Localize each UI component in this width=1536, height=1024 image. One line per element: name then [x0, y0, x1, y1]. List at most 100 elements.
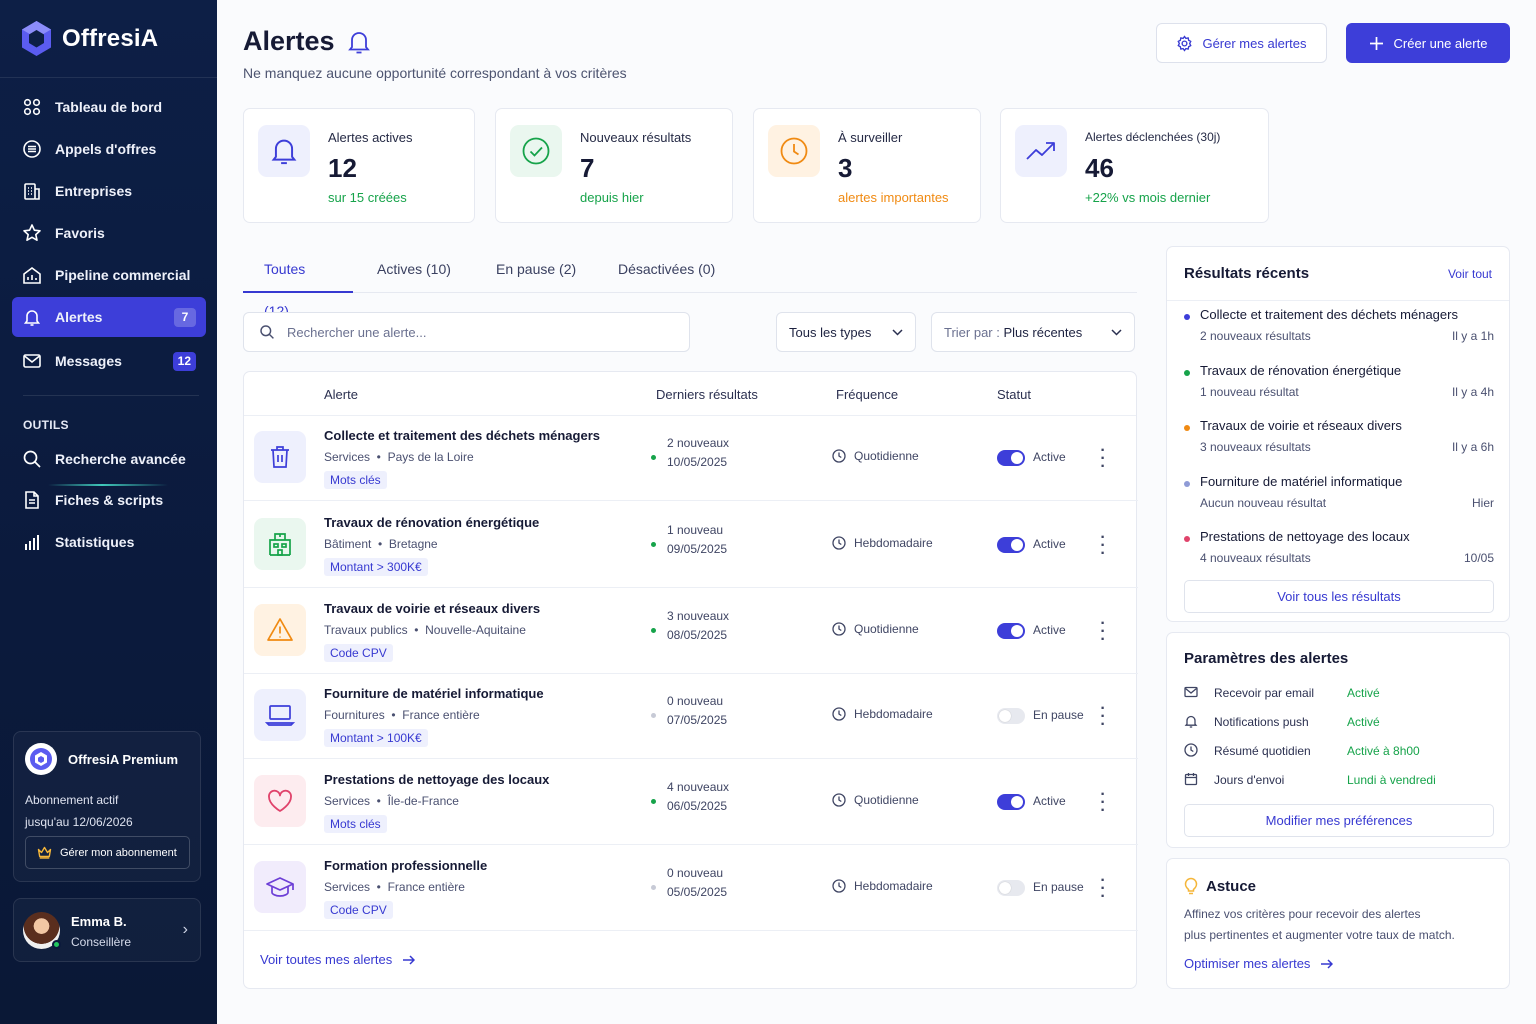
sidebar-item-statistics[interactable]: Statistiques: [12, 522, 206, 562]
recent-result-item[interactable]: Prestations de nettoyage des locaux 4 no…: [1184, 529, 1494, 579]
results-date: 09/05/2025: [667, 542, 728, 556]
alert-region: Pays de la Loire: [387, 450, 474, 464]
tab-active[interactable]: Actives (10): [356, 248, 472, 293]
status-toggle[interactable]: [997, 794, 1025, 810]
see-all-link[interactable]: Voir tout: [1448, 267, 1492, 281]
premium-status-line: Abonnement actif: [25, 793, 119, 807]
alert-title: Travaux de rénovation énergétique: [324, 515, 540, 530]
more-options-icon[interactable]: · · ·: [1099, 443, 1107, 475]
manage-subscription-button[interactable]: Gérer mon abonnement: [25, 836, 190, 869]
clock-icon: [832, 449, 846, 463]
search-input[interactable]: Rechercher une alerte...: [243, 312, 690, 352]
sidebar-item-label: Alertes: [55, 309, 103, 325]
more-options-icon[interactable]: · · ·: [1099, 873, 1107, 905]
frequency: Hebdomadaire: [832, 536, 933, 550]
see-all-results-button[interactable]: Voir tous les résultats: [1184, 580, 1494, 613]
recent-result-item[interactable]: Travaux de voirie et réseaux divers 3 no…: [1184, 418, 1494, 468]
column-header-alert: Alerte: [324, 387, 358, 402]
optimize-alerts-link[interactable]: Optimiser mes alertes: [1184, 956, 1334, 971]
status-toggle[interactable]: [997, 537, 1025, 553]
building-icon: [24, 183, 40, 200]
setting-push: Notifications push Activé: [1184, 713, 1484, 733]
table-row[interactable]: Formation professionnelle Services • Fra…: [244, 845, 1138, 931]
row-icon-box: [254, 775, 306, 827]
toggle-knob: [1011, 452, 1023, 464]
sort-select[interactable]: Trier par : Plus récentes: [931, 312, 1135, 352]
status-label: En pause: [1033, 708, 1084, 722]
sidebar-item-tenders[interactable]: Appels d'offres: [12, 129, 206, 169]
tab-paused[interactable]: En pause (2): [475, 248, 597, 293]
premium-logo-icon: [25, 743, 57, 775]
table-row[interactable]: Collecte et traitement des déchets ménag…: [244, 415, 1138, 501]
stat-subtext: alertes importantes: [838, 190, 949, 205]
stat-subtext: depuis hier: [580, 190, 644, 205]
sidebar-item-favorites[interactable]: Favoris: [12, 213, 206, 253]
more-options-icon[interactable]: · · ·: [1099, 787, 1107, 819]
alert-criteria-tag: Montant > 300K€: [324, 558, 428, 576]
setting-value: Activé à 8h00: [1347, 744, 1420, 758]
frequency-value: Hebdomadaire: [854, 707, 933, 721]
clock-icon: [832, 879, 846, 893]
create-alert-button[interactable]: Créer une alerte: [1346, 23, 1510, 63]
sidebar-item-messages[interactable]: Messages 12: [12, 341, 206, 381]
status-toggle[interactable]: [997, 708, 1025, 724]
sidebar-item-scripts[interactable]: Fiches & scripts: [12, 480, 206, 520]
status-toggle[interactable]: [997, 880, 1025, 896]
user-profile-card[interactable]: Emma B. Conseillère ›: [13, 898, 201, 962]
type-select[interactable]: Tous les types: [776, 312, 916, 352]
sidebar-item-advanced-search[interactable]: Recherche avancée: [12, 439, 206, 479]
sidebar-item-label: Pipeline commercial: [55, 267, 191, 283]
logo-icon: [22, 21, 51, 56]
alert-title: Collecte et traitement des déchets ménag…: [324, 428, 600, 443]
recent-result-item[interactable]: Travaux de rénovation énergétique 1 nouv…: [1184, 363, 1494, 413]
frequency: Quotidienne: [832, 793, 919, 807]
tab-all[interactable]: Toutes (12): [243, 248, 353, 319]
more-options-icon[interactable]: · · ·: [1099, 616, 1107, 648]
table-row[interactable]: Prestations de nettoyage des locaux Serv…: [244, 759, 1138, 845]
warning-icon: [267, 618, 293, 641]
toggle-knob: [1011, 796, 1023, 808]
toggle-knob: [1011, 539, 1023, 551]
status-toggle[interactable]: [997, 450, 1025, 466]
recent-result-item[interactable]: Fourniture de matériel informatique Aucu…: [1184, 474, 1494, 524]
table-row[interactable]: Travaux de rénovation énergétique Bâtime…: [244, 502, 1138, 588]
table-row[interactable]: Travaux de voirie et réseaux divers Trav…: [244, 588, 1138, 674]
app-name: OffresiA: [62, 24, 159, 52]
chevron-down-icon: [892, 328, 903, 336]
alert-category: Services: [324, 794, 371, 808]
column-header-results: Derniers résultats: [656, 387, 758, 402]
edit-preferences-button[interactable]: Modifier mes préférences: [1184, 804, 1494, 837]
sidebar-item-alerts[interactable]: Alertes 7: [12, 297, 206, 337]
result-count: Aucun nouveau résultat: [1200, 496, 1327, 510]
frequency-value: Hebdomadaire: [854, 536, 933, 550]
tab-disabled[interactable]: Désactivées (0): [597, 248, 736, 293]
alert-region: Nouvelle-Aquitaine: [425, 623, 526, 637]
recent-results-title: Résultats récents: [1184, 265, 1310, 282]
more-options-icon[interactable]: · · ·: [1099, 701, 1107, 733]
check-circle-icon: [522, 137, 550, 165]
result-color-dot: [1184, 370, 1190, 376]
manage-alerts-button[interactable]: Gérer mes alertes: [1156, 23, 1327, 63]
main-nav: Tableau de bord Appels d'offres Entrepri…: [12, 87, 206, 381]
stat-icon-box: [1015, 125, 1067, 177]
recent-result-item[interactable]: Collecte et traitement des déchets ménag…: [1184, 307, 1494, 357]
manage-alerts-label: Gérer mes alertes: [1202, 35, 1307, 51]
document-icon: [25, 491, 39, 509]
table-row[interactable]: Fourniture de matériel informatique Four…: [244, 673, 1138, 759]
app-logo[interactable]: OffresiA: [20, 20, 158, 57]
setting-value: Activé: [1347, 715, 1380, 729]
sidebar-item-pipeline[interactable]: Pipeline commercial: [12, 255, 206, 295]
alert-region: France entière: [387, 880, 465, 894]
see-all-alerts-link[interactable]: Voir toutes mes alertes: [260, 952, 416, 967]
column-header-status: Statut: [997, 387, 1031, 402]
status-toggle[interactable]: [997, 623, 1025, 639]
sidebar-item-companies[interactable]: Entreprises: [12, 171, 206, 211]
more-options-icon[interactable]: · · ·: [1099, 530, 1107, 562]
frequency: Quotidienne: [832, 449, 919, 463]
results-indicator-dot: [651, 628, 656, 633]
latest-results: 1 nouveau 09/05/2025: [667, 521, 727, 559]
sidebar-item-dashboard[interactable]: Tableau de bord: [12, 87, 206, 127]
frequency: Hebdomadaire: [832, 707, 933, 721]
tip-title: Astuce: [1206, 877, 1257, 895]
alert-title: Fourniture de matériel informatique: [324, 686, 544, 701]
